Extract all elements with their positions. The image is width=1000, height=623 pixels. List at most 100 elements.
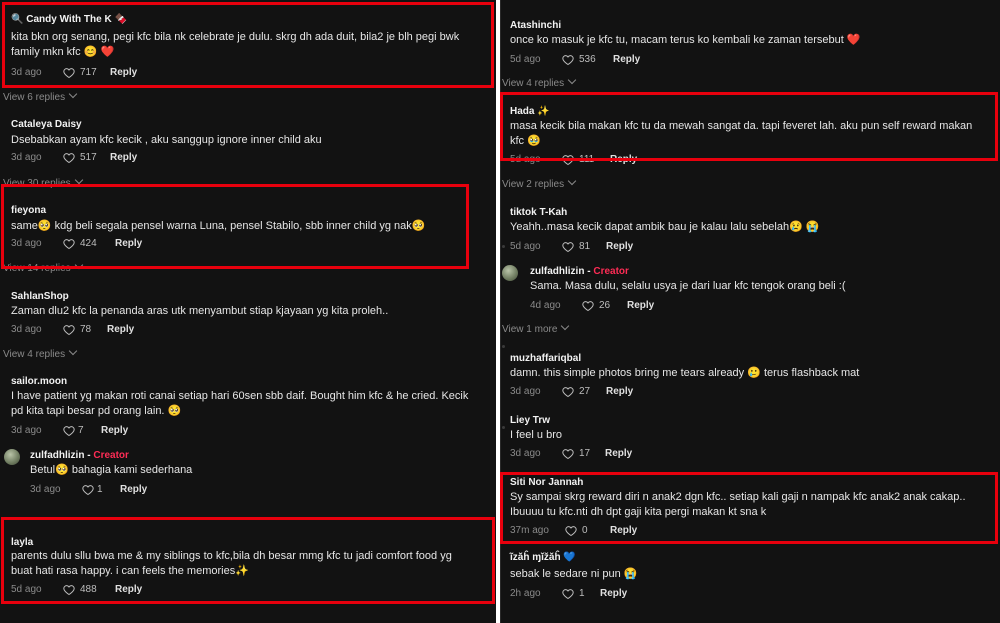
view-replies-label: View 14 replies [3, 263, 71, 274]
heart-outline-icon[interactable] [82, 484, 94, 496]
chevron-down-icon [74, 175, 83, 185]
like-count: 81 [579, 241, 591, 252]
comment-username[interactable]: zulfadhlizin - Creator [30, 450, 129, 461]
reply-button[interactable]: Reply [606, 386, 633, 397]
comment-username[interactable]: muzhaffariqbal [510, 353, 581, 364]
comment-username[interactable]: tiktok T-Kah [510, 207, 567, 218]
comment-time: 3d ago [11, 425, 42, 436]
comment-time: 3d ago [11, 324, 42, 335]
heart-outline-icon[interactable] [562, 448, 574, 460]
heart-outline-icon[interactable] [562, 588, 574, 600]
avatar[interactable] [4, 449, 20, 465]
like-count: 78 [80, 324, 92, 335]
comment-text-line: Betul🥺 bahagia kami sederhana [30, 464, 193, 476]
view-replies-button[interactable]: View 4 replies [3, 346, 78, 360]
reply-button[interactable]: Reply [610, 154, 637, 165]
heart-outline-icon[interactable] [63, 152, 75, 164]
reply-button[interactable]: Reply [115, 238, 142, 249]
comment-time: 2h ago [510, 588, 541, 599]
comment-meta: 5d ago 81 Reply [510, 241, 670, 255]
view-replies-button[interactable]: View 14 replies [3, 260, 83, 274]
chevron-down-icon [68, 89, 78, 99]
comment-text-line: once ko masuk je kfc tu, macam terus ko … [510, 34, 861, 46]
comment-time: 3d ago [30, 484, 61, 495]
reply-button[interactable]: Reply [120, 484, 147, 495]
comment-text-line: masa kecik bila makan kfc tu da mewah sa… [510, 120, 973, 132]
comment-time: 3d ago [11, 67, 42, 78]
comment-text-line: parents dulu sllu bwa me & my siblings t… [11, 550, 452, 562]
view-replies-button[interactable]: View 2 replies [502, 176, 577, 190]
reply-button[interactable]: Reply [600, 588, 627, 599]
reply-button[interactable]: Reply [610, 525, 637, 536]
comment-time: 3d ago [11, 238, 42, 249]
chevron-down-icon [567, 75, 577, 85]
reply-button[interactable]: Reply [110, 67, 137, 78]
scroll-marker [502, 426, 505, 429]
chevron-down-icon [567, 176, 577, 186]
scroll-marker [502, 345, 505, 348]
comment-username[interactable]: 🔍 Candy With The K 🍫 [11, 14, 127, 25]
comment-text-line: sebak le sedare ni pun 😭 [510, 568, 638, 580]
comment-username[interactable]: ĩzăĥ ɱĭžăĥ 💙 [510, 552, 576, 563]
chevron-down-icon [74, 260, 83, 270]
comment-meta: 3d ago 424 Reply [11, 238, 171, 252]
like-count: 1 [579, 588, 585, 599]
comment-time: 37m ago [510, 525, 549, 536]
comment-username[interactable]: Atashinchi [510, 20, 561, 31]
username-text: zulfadhlizin [530, 266, 585, 277]
comment-username[interactable]: Hada ✨ [510, 106, 550, 117]
view-replies-button[interactable]: View 30 replies [3, 175, 83, 189]
comment-meta: 3d ago 17 Reply [510, 448, 670, 462]
comment-username[interactable]: sailor.moon [11, 376, 67, 387]
comment-meta: 5d ago 536 Reply [510, 54, 670, 68]
heart-outline-icon[interactable] [565, 525, 577, 537]
heart-outline-icon[interactable] [63, 425, 75, 437]
comment-username[interactable]: Cataleya Daisy [11, 119, 82, 130]
left-comment-column: 🔍 Candy With The K 🍫 kita bkn org senang… [0, 0, 496, 623]
reply-button[interactable]: Reply [110, 152, 137, 163]
heart-outline-icon[interactable] [562, 386, 574, 398]
comment-time: 5d ago [510, 241, 541, 252]
heart-outline-icon[interactable] [63, 67, 75, 79]
reply-button[interactable]: Reply [613, 54, 640, 65]
comment-text-line: family mkn kfc 😊 ❤️ [11, 46, 115, 58]
view-replies-label: View 4 replies [502, 78, 565, 89]
comment-text-line: Zaman dlu2 kfc la penanda aras utk menya… [11, 305, 389, 317]
heart-outline-icon[interactable] [63, 238, 75, 250]
reply-button[interactable]: Reply [115, 584, 142, 595]
comment-username[interactable]: zulfadhlizin - Creator [530, 266, 629, 277]
heart-outline-icon[interactable] [63, 324, 75, 336]
view-replies-button[interactable]: View 4 replies [502, 75, 577, 89]
like-count: 424 [80, 238, 97, 249]
comment-username[interactable]: SahlanShop [11, 291, 69, 302]
comment-text-line: same🥺 kdg beli segala pensel warna Luna,… [11, 220, 426, 232]
view-replies-label: View 30 replies [3, 178, 71, 189]
comment-text-line: Sy sampai skrg reward diri n anak2 dgn k… [510, 491, 966, 503]
like-count: 517 [80, 152, 97, 163]
view-replies-button[interactable]: View 6 replies [3, 89, 78, 103]
comment-username[interactable]: Liey Trw [510, 415, 550, 426]
reply-button[interactable]: Reply [605, 448, 632, 459]
comment-text-line: I feel u bro [510, 429, 562, 441]
heart-outline-icon[interactable] [562, 241, 574, 253]
reply-button[interactable]: Reply [107, 324, 134, 335]
like-count: 111 [579, 154, 595, 165]
comment-meta: 5d ago 488 Reply [11, 584, 171, 598]
comment-username[interactable]: Siti Nor Jannah [510, 477, 583, 488]
heart-outline-icon[interactable] [562, 54, 574, 66]
comment-text-line: kita bkn org senang, pegi kfc bila nk ce… [11, 31, 460, 43]
reply-button[interactable]: Reply [627, 300, 654, 311]
reply-button[interactable]: Reply [101, 425, 128, 436]
comment-meta: 3d ago 78 Reply [11, 324, 171, 338]
reply-button[interactable]: Reply [606, 241, 633, 252]
comment-username[interactable]: layla [11, 537, 33, 548]
heart-outline-icon[interactable] [562, 154, 574, 166]
comment-meta: 3d ago 7 Reply [11, 425, 171, 439]
heart-outline-icon[interactable] [582, 300, 594, 312]
comment-username[interactable]: fieyona [11, 205, 46, 216]
avatar[interactable] [502, 265, 518, 281]
view-more-button[interactable]: View 1 more [502, 321, 570, 335]
like-count: 488 [80, 584, 97, 595]
comment-text-line: Yeahh..masa kecik dapat ambik bau je kal… [510, 221, 820, 233]
heart-outline-icon[interactable] [63, 584, 75, 596]
